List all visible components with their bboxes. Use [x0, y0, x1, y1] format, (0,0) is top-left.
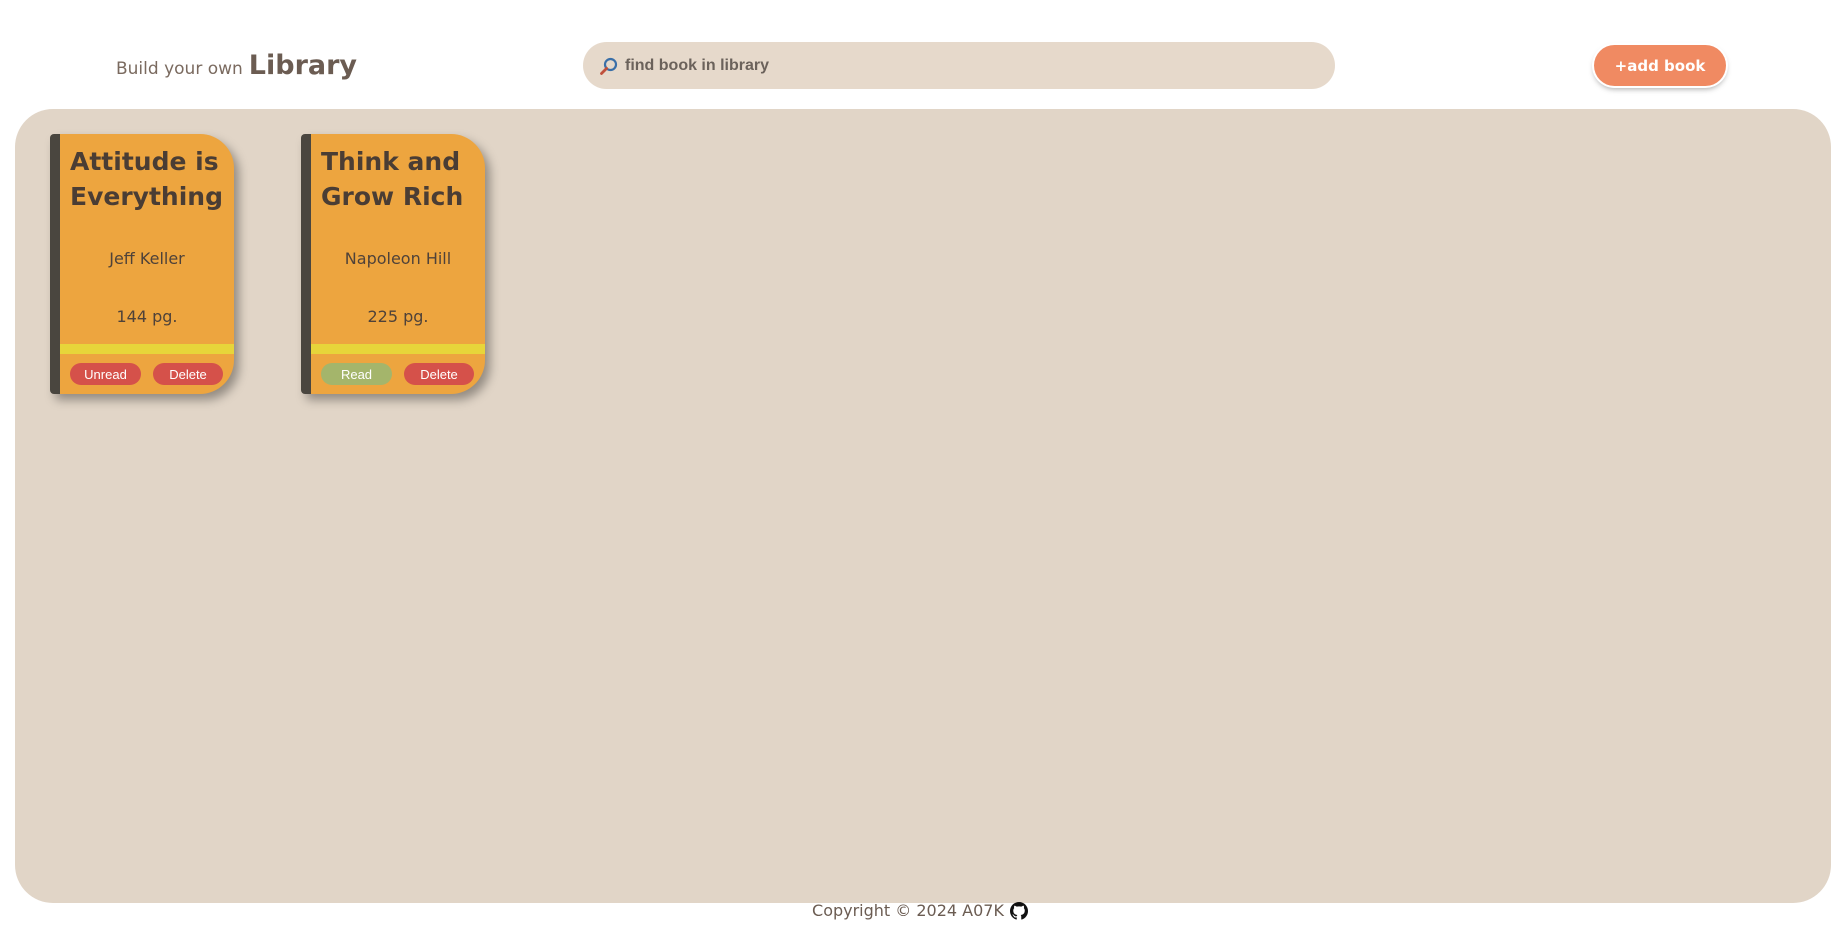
add-book-button[interactable]: +add book	[1594, 45, 1726, 86]
book-author: Napoleon Hill	[344, 249, 452, 268]
delete-button[interactable]: Delete	[153, 363, 223, 385]
search-icon	[599, 56, 619, 76]
book-pages: 225 pg.	[367, 307, 429, 326]
search-input[interactable]	[625, 56, 1305, 75]
book-actions: Unread Delete	[70, 363, 223, 385]
copyright-text: Copyright © 2024 A07K	[812, 901, 1004, 920]
brand-name: Library	[248, 50, 358, 81]
book-title: Attitude is Everything	[70, 147, 223, 211]
book-band	[311, 344, 485, 354]
book-band	[60, 344, 234, 354]
book-title: Think and Grow Rich	[321, 147, 464, 211]
github-icon[interactable]	[1009, 901, 1028, 920]
footer: Copyright © 2024 A07K	[0, 901, 1840, 920]
brand-prefix: Build your own	[116, 59, 243, 79]
brand: Build your own Library	[116, 50, 357, 81]
read-status-button[interactable]: Unread	[70, 363, 141, 385]
book-pages: 144 pg.	[116, 307, 178, 326]
book-actions: Read Delete	[321, 363, 474, 385]
library-shelf: Attitude is Everything Jeff Keller 144 p…	[15, 109, 1831, 903]
delete-button[interactable]: Delete	[404, 363, 474, 385]
search-bar[interactable]	[583, 42, 1335, 89]
header: Build your own Library +add book	[0, 0, 1840, 109]
book-card: Think and Grow Rich Napoleon Hill 225 pg…	[301, 134, 485, 394]
book-card: Attitude is Everything Jeff Keller 144 p…	[50, 134, 234, 394]
book-author: Jeff Keller	[109, 249, 185, 268]
read-status-button[interactable]: Read	[321, 363, 392, 385]
